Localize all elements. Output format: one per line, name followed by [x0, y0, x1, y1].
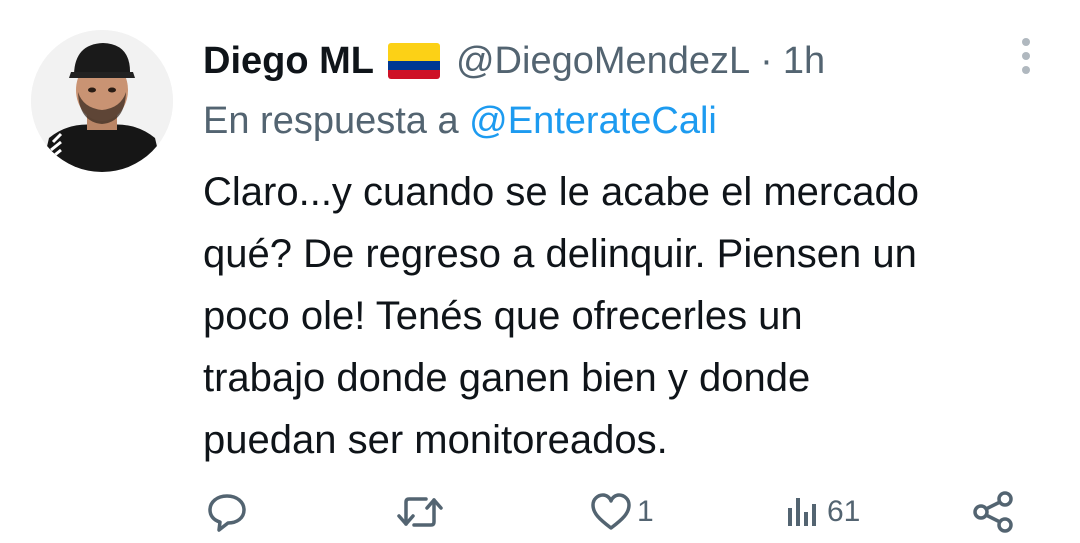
view-count: 61	[827, 495, 861, 528]
tweet-actions: 1 61	[0, 488, 1080, 538]
share-icon	[973, 491, 1013, 533]
reply-icon	[208, 494, 246, 532]
more-vertical-icon	[1022, 38, 1030, 74]
user-handle[interactable]: @DiegoMendezL	[456, 40, 750, 83]
retweet-button[interactable]	[396, 490, 444, 534]
heart-icon	[591, 493, 631, 530]
reply-button[interactable]	[205, 490, 249, 534]
tweet-header: Diego ML @DiegoMendezL · 1h	[203, 36, 825, 86]
share-button[interactable]	[972, 490, 1016, 534]
like-count: 1	[637, 495, 654, 528]
views-icon	[788, 498, 816, 526]
separator-dot: ·	[760, 39, 773, 82]
like-button[interactable]: 1	[589, 492, 654, 532]
tweet-time[interactable]: 1h	[783, 40, 825, 83]
tweet-line: poco ole! Tenés que ofrecerles un	[203, 294, 803, 338]
tweet-line: qué? De regreso a delinquir. Piensen un	[203, 232, 917, 276]
more-options-button[interactable]	[1012, 36, 1040, 76]
tweet-line: Claro...y cuando se le acabe el mercado	[203, 170, 919, 214]
retweet-icon	[397, 497, 443, 527]
tweet-line: trabajo donde ganen bien y donde	[203, 356, 811, 400]
tweet-line: puedan ser monitoreados.	[203, 418, 668, 462]
user-photo	[31, 30, 173, 172]
replying-to: En respuesta a @EnterateCali	[203, 100, 717, 143]
tweet-text: Claro...y cuando se le acabe el mercado …	[203, 161, 919, 471]
display-name[interactable]: Diego ML	[203, 40, 374, 83]
reply-prefix: En respuesta a	[203, 100, 459, 142]
user-avatar[interactable]	[31, 30, 173, 172]
views-button[interactable]: 61	[785, 494, 860, 530]
colombia-flag-icon	[387, 43, 440, 79]
reply-mention-link[interactable]: @EnterateCali	[469, 100, 717, 142]
